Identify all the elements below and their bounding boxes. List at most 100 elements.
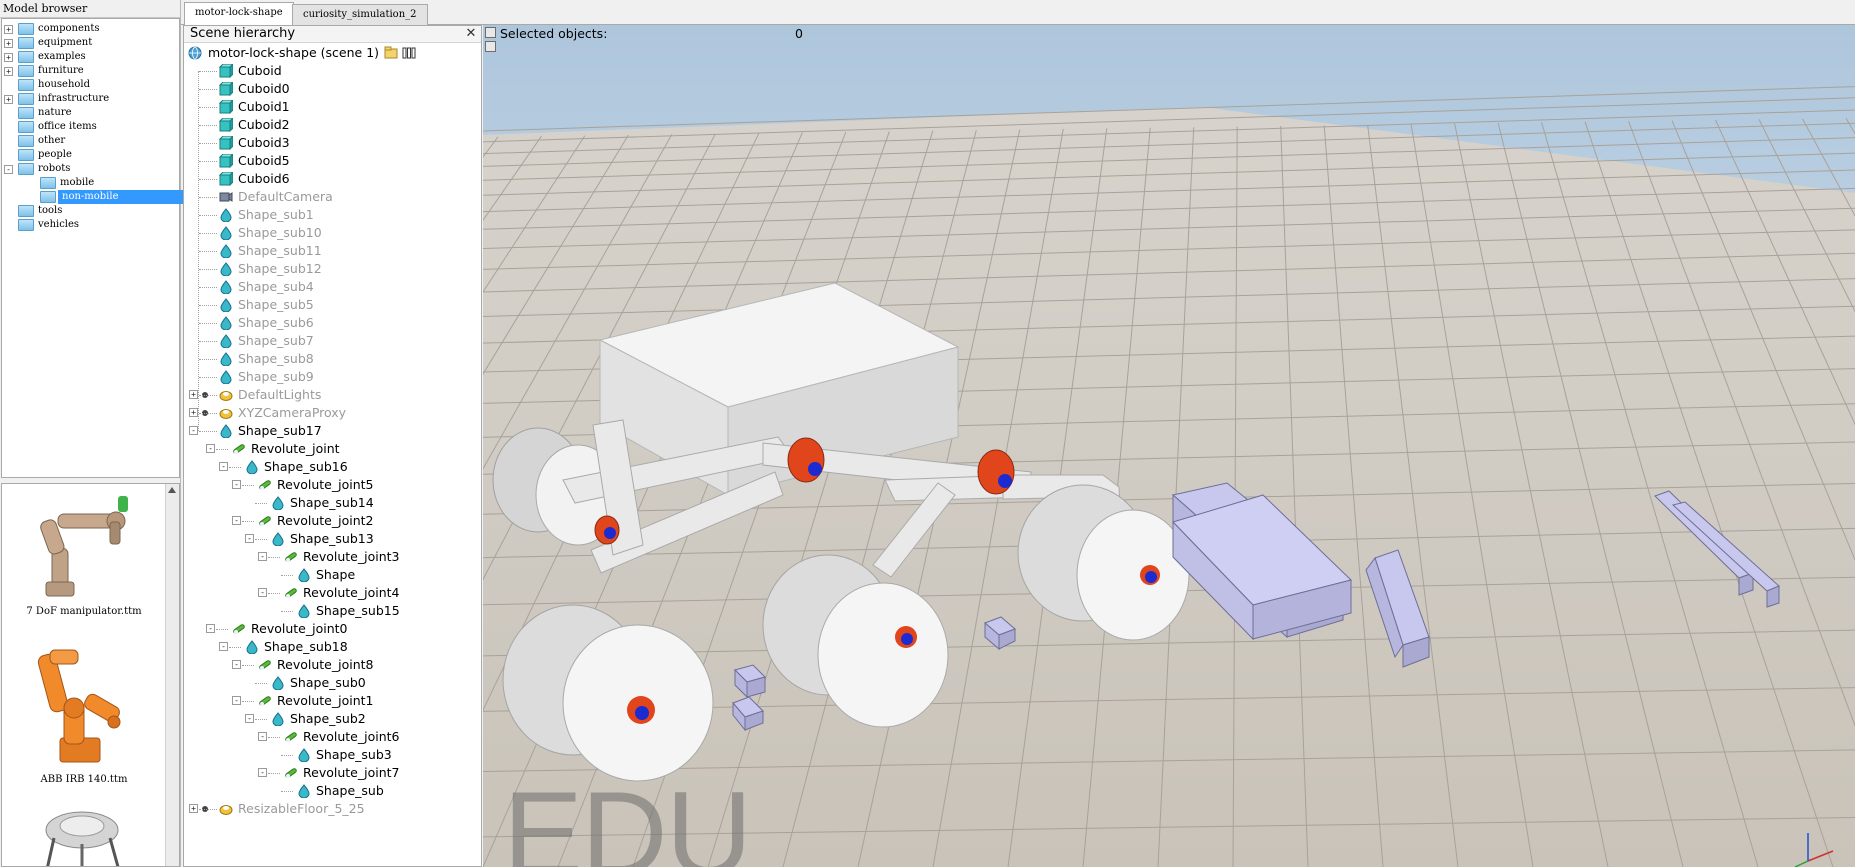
scene-tree[interactable]: motor-lock-shape (scene 1) Cuboid Cuboid0… <box>184 44 481 864</box>
expand-icon[interactable]: + <box>4 25 13 34</box>
scene-item-revolute_joint1[interactable]: - Revolute_joint1 <box>184 692 480 710</box>
scene-viewport[interactable]: Selected objects: 0 EDU <box>483 25 1855 867</box>
model-folder-furniture[interactable]: + furniture <box>4 64 176 78</box>
model-folder-household[interactable]: household <box>4 78 176 92</box>
model-folder-examples[interactable]: + examples <box>4 50 176 64</box>
model-preview-scrollbar[interactable] <box>165 484 179 866</box>
scene-item-revolute_joint5[interactable]: - Revolute_joint5 <box>184 476 480 494</box>
model-thumb-2[interactable] <box>2 804 166 866</box>
expand-icon[interactable]: + <box>4 67 13 76</box>
expand-icon[interactable]: + <box>189 390 198 399</box>
collapse-icon[interactable]: - <box>258 588 267 597</box>
model-folder-tree[interactable]: + components + equipment + examples + furniture… <box>1 18 196 478</box>
collapse-icon[interactable]: - <box>258 552 267 561</box>
model-folder-tools[interactable]: tools <box>4 204 176 218</box>
expand-icon[interactable]: + <box>189 408 198 417</box>
scene-item-cuboid6[interactable]: Cuboid6 <box>184 170 480 188</box>
scene-item-cuboid1[interactable]: Cuboid1 <box>184 98 480 116</box>
scene-item-shape_sub14[interactable]: Shape_sub14 <box>184 494 480 512</box>
scene-item-shape_sub7[interactable]: Shape_sub7 <box>184 332 480 350</box>
scene-item-cuboid5[interactable]: Cuboid5 <box>184 152 480 170</box>
model-folder-office-items[interactable]: office items <box>4 120 176 134</box>
scene-item-revolute_joint0[interactable]: - Revolute_joint0 <box>184 620 480 638</box>
scene-item-shape_sub16[interactable]: - Shape_sub16 <box>184 458 480 476</box>
scene-item-shape_sub11[interactable]: Shape_sub11 <box>184 242 480 260</box>
expand-icon[interactable]: + <box>4 53 13 62</box>
scene-item-shape_sub[interactable]: Shape_sub <box>184 782 480 800</box>
expand-icon[interactable]: + <box>4 39 13 48</box>
model-folder-equipment[interactable]: + equipment <box>4 36 176 50</box>
model-folder-robots[interactable]: - robots <box>4 162 176 176</box>
collapse-icon[interactable]: - <box>4 165 13 174</box>
scene-3d-render[interactable] <box>483 25 1855 867</box>
scene-root-row[interactable]: motor-lock-shape (scene 1) <box>188 44 478 62</box>
scene-item-cuboid2[interactable]: Cuboid2 <box>184 116 480 134</box>
model-thumb-0[interactable]: 7 DoF manipulator.ttm <box>2 484 166 617</box>
collapse-icon[interactable]: - <box>245 534 254 543</box>
model-folder-mobile[interactable]: mobile <box>4 176 176 190</box>
minimize-toolbar-button[interactable] <box>485 27 496 38</box>
expand-icon[interactable]: + <box>189 804 198 813</box>
scene-item-shape_sub0[interactable]: Shape_sub0 <box>184 674 480 692</box>
model-folder-label: household <box>38 79 91 90</box>
model-folder-non-mobile[interactable]: non-mobile <box>4 190 196 204</box>
scene-item-shape_sub17[interactable]: - Shape_sub17 <box>184 422 480 440</box>
collapse-icon[interactable]: - <box>219 462 228 471</box>
scene-item-shape_sub4[interactable]: Shape_sub4 <box>184 278 480 296</box>
scene-item-shape_sub2[interactable]: - Shape_sub2 <box>184 710 480 728</box>
scene-item-shape_sub9[interactable]: Shape_sub9 <box>184 368 480 386</box>
folder-script-icon[interactable] <box>384 46 398 60</box>
tab-motor-lock-shape[interactable]: motor-lock-shape <box>184 2 294 26</box>
script-bars-icon[interactable] <box>402 46 416 60</box>
collapse-icon[interactable]: - <box>258 732 267 741</box>
model-folder-infrastructure[interactable]: + infrastructure <box>4 92 176 106</box>
scene-item-shape_sub5[interactable]: Shape_sub5 <box>184 296 480 314</box>
scene-item-shape_sub10[interactable]: Shape_sub10 <box>184 224 480 242</box>
scene-item-defaultlights[interactable]: + DefaultLights <box>184 386 480 404</box>
model-folder-other[interactable]: other <box>4 134 176 148</box>
collapse-icon[interactable]: - <box>232 660 241 669</box>
collapse-icon[interactable]: - <box>232 696 241 705</box>
scene-item-revolute_joint[interactable]: - Revolute_joint <box>184 440 480 458</box>
scene-item-revolute_joint8[interactable]: - Revolute_joint8 <box>184 656 480 674</box>
scene-item-shape_sub8[interactable]: Shape_sub8 <box>184 350 480 368</box>
collapse-icon[interactable]: - <box>219 642 228 651</box>
collapse-icon[interactable]: - <box>245 714 254 723</box>
collapse-icon[interactable]: - <box>232 516 241 525</box>
collapse-icon[interactable]: - <box>189 426 198 435</box>
scene-item-revolute_joint7[interactable]: - Revolute_joint7 <box>184 764 480 782</box>
scene-item-shape_sub6[interactable]: Shape_sub6 <box>184 314 480 332</box>
scene-item-shape_sub12[interactable]: Shape_sub12 <box>184 260 480 278</box>
scene-item-resizablefloor_5_25[interactable]: + ResizableFloor_5_25 <box>184 800 480 818</box>
scene-item-revolute_joint3[interactable]: - Revolute_joint3 <box>184 548 480 566</box>
scene-item-shape_sub3[interactable]: Shape_sub3 <box>184 746 480 764</box>
scene-item-cuboid0[interactable]: Cuboid0 <box>184 80 480 98</box>
scene-item-cuboid3[interactable]: Cuboid3 <box>184 134 480 152</box>
toolbar-toggle-button[interactable] <box>485 41 496 52</box>
model-folder-vehicles[interactable]: vehicles <box>4 218 176 232</box>
scene-item-defaultcamera[interactable]: DefaultCamera <box>184 188 480 206</box>
scene-item-shape_sub15[interactable]: Shape_sub15 <box>184 602 480 620</box>
model-preview-list[interactable]: 7 DoF manipulator.ttm ABB IRB 140.ttm <box>1 483 180 867</box>
scene-item-shape_sub13[interactable]: - Shape_sub13 <box>184 530 480 548</box>
collapse-icon[interactable]: - <box>232 480 241 489</box>
scene-item-revolute_joint6[interactable]: - Revolute_joint6 <box>184 728 480 746</box>
scene-item-shape_sub18[interactable]: - Shape_sub18 <box>184 638 480 656</box>
collapse-icon[interactable]: - <box>206 624 215 633</box>
model-folder-nature[interactable]: nature <box>4 106 176 120</box>
model-folder-components[interactable]: + components <box>4 22 176 36</box>
scene-item-revolute_joint2[interactable]: - Revolute_joint2 <box>184 512 480 530</box>
scene-item-revolute_joint4[interactable]: - Revolute_joint4 <box>184 584 480 602</box>
collapse-icon[interactable]: - <box>258 768 267 777</box>
close-icon[interactable]: ✕ <box>464 27 478 41</box>
model-thumb-1[interactable]: ABB IRB 140.ttm <box>2 642 166 785</box>
expand-icon[interactable]: + <box>4 95 13 104</box>
scene-item-shape_sub1[interactable]: Shape_sub1 <box>184 206 480 224</box>
scene-item-xyzcameraproxy[interactable]: + XYZCameraProxy <box>184 404 480 422</box>
scroll-up-arrow-icon[interactable] <box>168 487 176 493</box>
scene-item-shape[interactable]: Shape <box>184 566 480 584</box>
scene-item-cuboid[interactable]: Cuboid <box>184 62 480 80</box>
collapse-icon[interactable]: - <box>206 444 215 453</box>
tab-curiosity-simulation-2[interactable]: curiosity_simulation_2 <box>292 4 428 25</box>
model-folder-people[interactable]: people <box>4 148 176 162</box>
